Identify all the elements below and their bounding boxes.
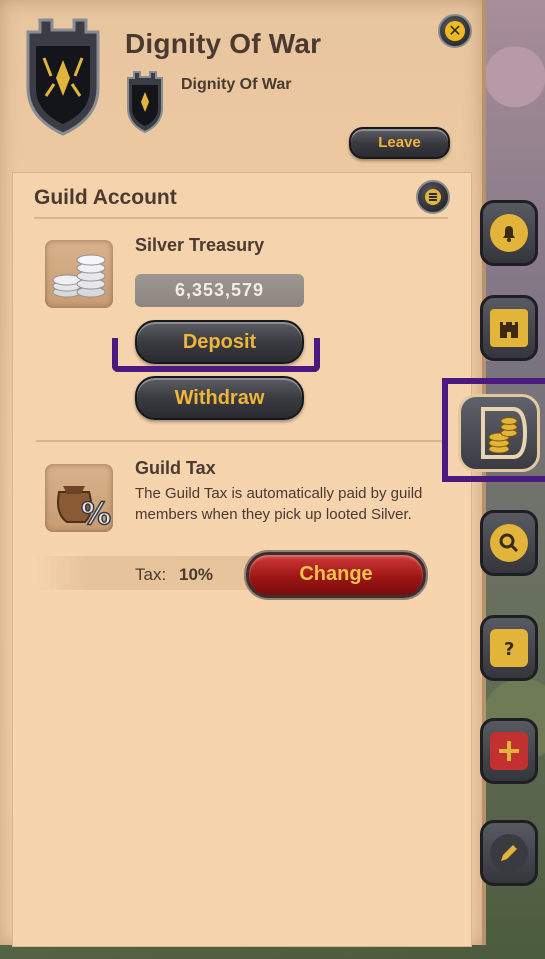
alliance-name: Dignity Of War <box>181 76 292 93</box>
annotation-box <box>442 378 545 482</box>
svg-text:?: ? <box>504 639 514 659</box>
tab-heraldry[interactable] <box>480 718 538 784</box>
tab-castle[interactable] <box>480 295 538 361</box>
list-icon <box>425 189 441 205</box>
guild-tax-description: The Guild Tax is automatically paid by g… <box>135 485 423 523</box>
silver-coins-tile <box>45 240 113 308</box>
tab-bell[interactable] <box>480 200 538 266</box>
castle-icon <box>490 309 528 347</box>
tax-bag-tile: % <box>45 464 113 533</box>
close-button[interactable]: ✕ <box>438 14 472 48</box>
svg-text:%: % <box>81 497 111 532</box>
section-divider <box>36 440 448 442</box>
section-divider <box>34 217 448 219</box>
change-tax-button[interactable]: Change <box>246 552 426 598</box>
close-icon: ✕ <box>445 21 465 41</box>
guild-tax-title: Guild Tax <box>135 458 216 478</box>
section-title: Guild Account <box>34 186 177 209</box>
guild-crest-icon <box>26 18 100 136</box>
alliance-crest-icon <box>127 71 163 134</box>
tax-value: 10% <box>179 565 214 584</box>
leave-button[interactable]: Leave <box>349 127 450 159</box>
heraldry-shield-icon <box>490 732 528 770</box>
bell-icon <box>490 214 528 252</box>
tab-search[interactable] <box>480 510 538 576</box>
silver-treasury-label: Silver Treasury <box>135 235 265 255</box>
silver-coins-icon <box>52 254 106 298</box>
tab-edit[interactable] <box>480 820 538 886</box>
tax-label: Tax: <box>135 565 167 584</box>
search-icon <box>490 524 528 562</box>
silver-amount: 6,353,579 <box>135 274 304 307</box>
menu-button[interactable] <box>416 180 450 214</box>
tab-help[interactable]: ? <box>480 615 538 681</box>
guild-name: Dignity Of War <box>125 28 322 59</box>
annotation-underline <box>112 338 320 372</box>
question-shield-icon: ? <box>490 629 528 667</box>
money-bag-percent-icon: % <box>57 486 112 533</box>
pen-icon <box>490 834 528 872</box>
withdraw-button[interactable]: Withdraw <box>135 376 304 420</box>
